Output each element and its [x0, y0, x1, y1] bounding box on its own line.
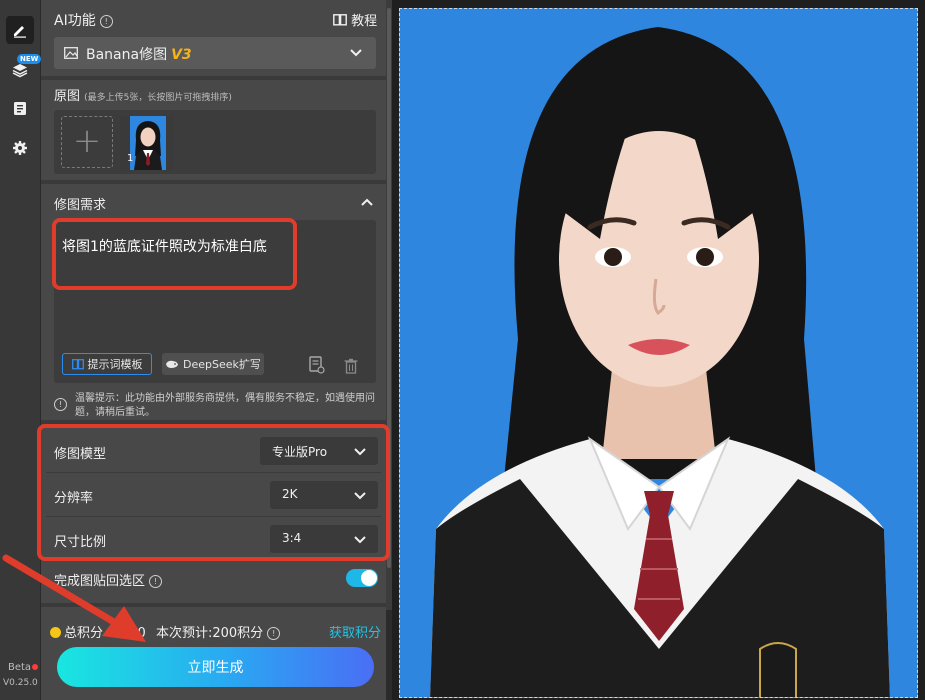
gear-icon: [13, 141, 27, 155]
add-image-button[interactable]: +: [61, 116, 113, 168]
edit-tool-button[interactable]: [6, 16, 34, 44]
settings-tool-button[interactable]: [6, 134, 34, 162]
original-title: 原图 (最多上传5张，长按图片可拖拽排序): [54, 85, 232, 104]
book-open-icon: [71, 358, 84, 369]
trash-icon[interactable]: [344, 358, 358, 374]
ai-function-value: Banana修图: [86, 47, 168, 63]
notice-info-icon: !: [54, 398, 67, 411]
thumb-index: 1: [127, 153, 134, 164]
section-divider: [41, 76, 386, 80]
image-icon: [64, 47, 78, 59]
original-label: 原图: [54, 89, 81, 104]
clipboard-icon: [14, 102, 26, 115]
section-divider: [41, 180, 386, 184]
ai-function-select[interactable]: Banana修图 V3: [54, 37, 376, 69]
portrait-illustration: [400, 9, 917, 697]
tutorial-label: 教程: [351, 14, 378, 29]
version-tag: V3: [171, 47, 192, 63]
highlight-settings-box: [37, 424, 390, 561]
ai-function-label: AI功能: [54, 13, 96, 29]
notes-tool-button[interactable]: [6, 94, 34, 122]
original-thumbnail[interactable]: 1: [120, 116, 174, 170]
requirement-title: 修图需求: [54, 198, 107, 213]
prompt-template-label: 提示词模板: [87, 358, 143, 371]
info-icon[interactable]: !: [99, 15, 113, 28]
notice-text: 温馨提示：此功能由外部服务商提供，偶有服务不稳定，如遇使用问题，请稍后重试。: [75, 393, 375, 418]
pencil-icon: [14, 26, 26, 38]
save-template-icon[interactable]: [309, 356, 325, 374]
new-badge: NEW: [17, 54, 42, 64]
prompt-template-button[interactable]: 提示词模板: [62, 353, 152, 375]
whale-icon: [166, 360, 179, 368]
chevron-down-icon: [350, 49, 362, 57]
chevron-up-icon[interactable]: [361, 198, 373, 206]
annotation-arrow: [2, 554, 146, 642]
ai-function-title: AI功能!: [54, 10, 113, 30]
version-label: V0.25.0: [3, 678, 38, 688]
book-icon: [333, 14, 347, 26]
beta-dot: [32, 664, 38, 670]
tutorial-link[interactable]: 教程: [333, 10, 377, 29]
toggle-knob: [361, 570, 377, 586]
deepseek-expand-button[interactable]: DeepSeek扩写: [162, 353, 264, 375]
original-hint: (最多上传5张，长按图片可拖拽排序): [84, 93, 232, 103]
highlight-prompt-box: [52, 218, 297, 290]
get-points-link[interactable]: 获取积分: [329, 622, 381, 641]
beta-label: Beta: [8, 662, 32, 673]
estimate-label: 本次预计:200积分: [155, 626, 264, 641]
layers-icon: [12, 64, 28, 78]
deepseek-expand-label: DeepSeek扩写: [183, 358, 261, 371]
info-icon[interactable]: !: [267, 627, 281, 640]
preview-photo[interactable]: [399, 8, 918, 698]
